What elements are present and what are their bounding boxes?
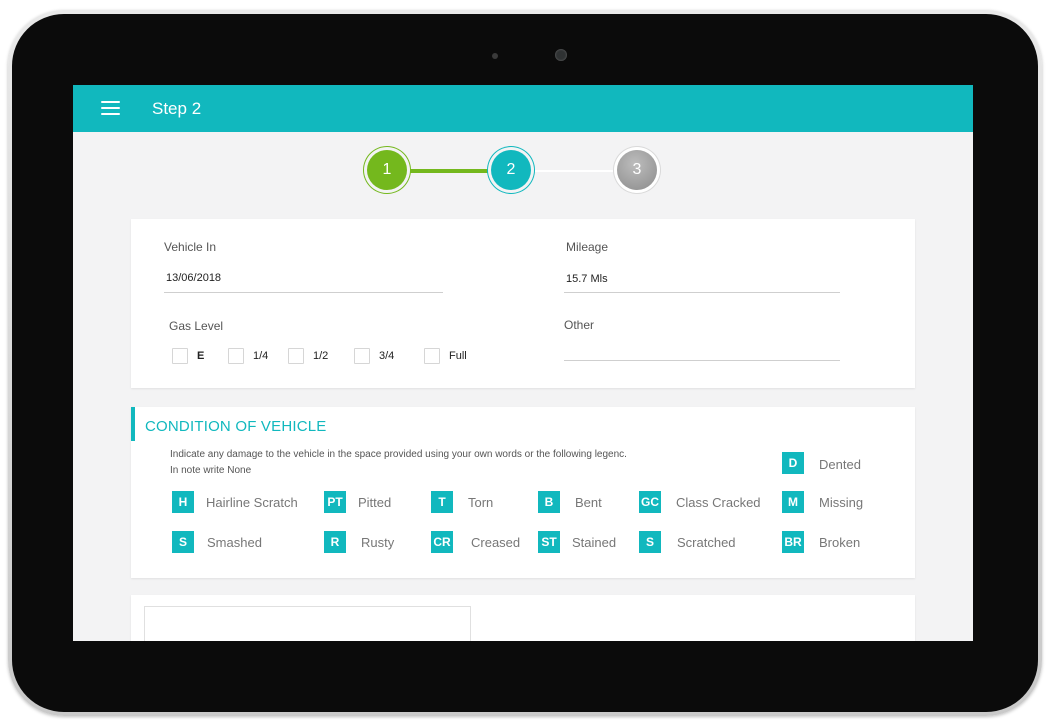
- camera-icon: [555, 49, 567, 61]
- legend-label: Rusty: [361, 535, 395, 550]
- section-accent-bar: [131, 407, 135, 441]
- gas-checkbox-half[interactable]: [288, 348, 304, 364]
- legend-code-badge: R: [324, 531, 346, 553]
- legend-code-badge: S: [639, 531, 661, 553]
- legend-label: Smashed: [207, 535, 262, 550]
- legend-code-badge: GC: [639, 491, 661, 513]
- gas-checkbox-full[interactable]: [424, 348, 440, 364]
- legend-label: Creased: [471, 535, 521, 550]
- legend-code-badge: H: [172, 491, 194, 513]
- gas-option-label: 1/2: [313, 350, 329, 362]
- progress-stepper: 1 2 3: [73, 85, 973, 215]
- vehicle-details-card: Vehicle In 13/06/2018 Mileage 15.7 Mls G…: [131, 219, 915, 388]
- legend-label: Broken: [819, 535, 861, 550]
- gas-option-label: 3/4: [379, 350, 395, 362]
- legend-code-badge: T: [431, 491, 453, 513]
- legend-label: Pitted: [358, 495, 392, 510]
- legend-code-badge: PT: [324, 491, 346, 513]
- gas-checkbox-empty[interactable]: [172, 348, 188, 364]
- legend-label: Hairline Scratch: [206, 495, 298, 510]
- mileage-field[interactable]: 15.7 Mls: [566, 273, 608, 285]
- legend-code-badge: S: [172, 531, 194, 553]
- instruction-line: In note write None: [170, 465, 252, 476]
- condition-title: CONDITION OF VEHICLE: [145, 418, 327, 435]
- mileage-label: Mileage: [566, 240, 609, 254]
- instruction-line: Indicate any damage to the vehicle in th…: [170, 449, 627, 460]
- legend-code-badge: D: [782, 452, 804, 474]
- app-screen: Step 2 1 2 3 Vehicle In 13/06/2018 Milea…: [73, 85, 973, 641]
- gas-option-label: Full: [449, 350, 467, 362]
- sensor-icon: [492, 53, 498, 59]
- gas-level-label: Gas Level: [169, 319, 224, 333]
- step-2-indicator[interactable]: 2: [491, 150, 531, 190]
- vehicle-in-label: Vehicle In: [164, 240, 217, 254]
- step-connector-completed: [407, 169, 493, 173]
- legend-code-badge: CR: [431, 531, 453, 553]
- legend-label: Class Cracked: [676, 495, 761, 510]
- step-1-indicator[interactable]: 1: [367, 150, 407, 190]
- vehicle-in-underline: [164, 292, 443, 293]
- condition-instructions: Indicate any damage to the vehicle in th…: [170, 447, 627, 479]
- gas-checkbox-quarter[interactable]: [228, 348, 244, 364]
- mileage-underline: [564, 292, 840, 293]
- condition-card: CONDITION OF VEHICLE Indicate any damage…: [131, 407, 915, 578]
- gas-checkbox-three-quarter[interactable]: [354, 348, 370, 364]
- legend-label: Torn: [468, 495, 494, 510]
- legend-label: Stained: [572, 535, 617, 550]
- vehicle-in-field[interactable]: 13/06/2018: [166, 272, 221, 284]
- legend-code-badge: M: [782, 491, 804, 513]
- gas-option-label: 1/4: [253, 350, 269, 362]
- other-label: Other: [564, 318, 595, 332]
- other-underline: [564, 360, 840, 361]
- legend-label: Scratched: [677, 535, 736, 550]
- step-3-indicator[interactable]: 3: [617, 150, 657, 190]
- legend-label: Dented: [819, 457, 861, 472]
- legend-code-badge: B: [538, 491, 560, 513]
- legend-label: Missing: [819, 495, 864, 510]
- gas-option-label: E: [197, 350, 205, 362]
- legend-code-badge: ST: [538, 531, 560, 553]
- other-field[interactable]: [564, 341, 840, 357]
- legend-code-badge: BR: [782, 531, 804, 553]
- step-connector-pending: [533, 170, 619, 172]
- damage-notes-box[interactable]: [144, 606, 471, 641]
- legend-label: Bent: [575, 495, 602, 510]
